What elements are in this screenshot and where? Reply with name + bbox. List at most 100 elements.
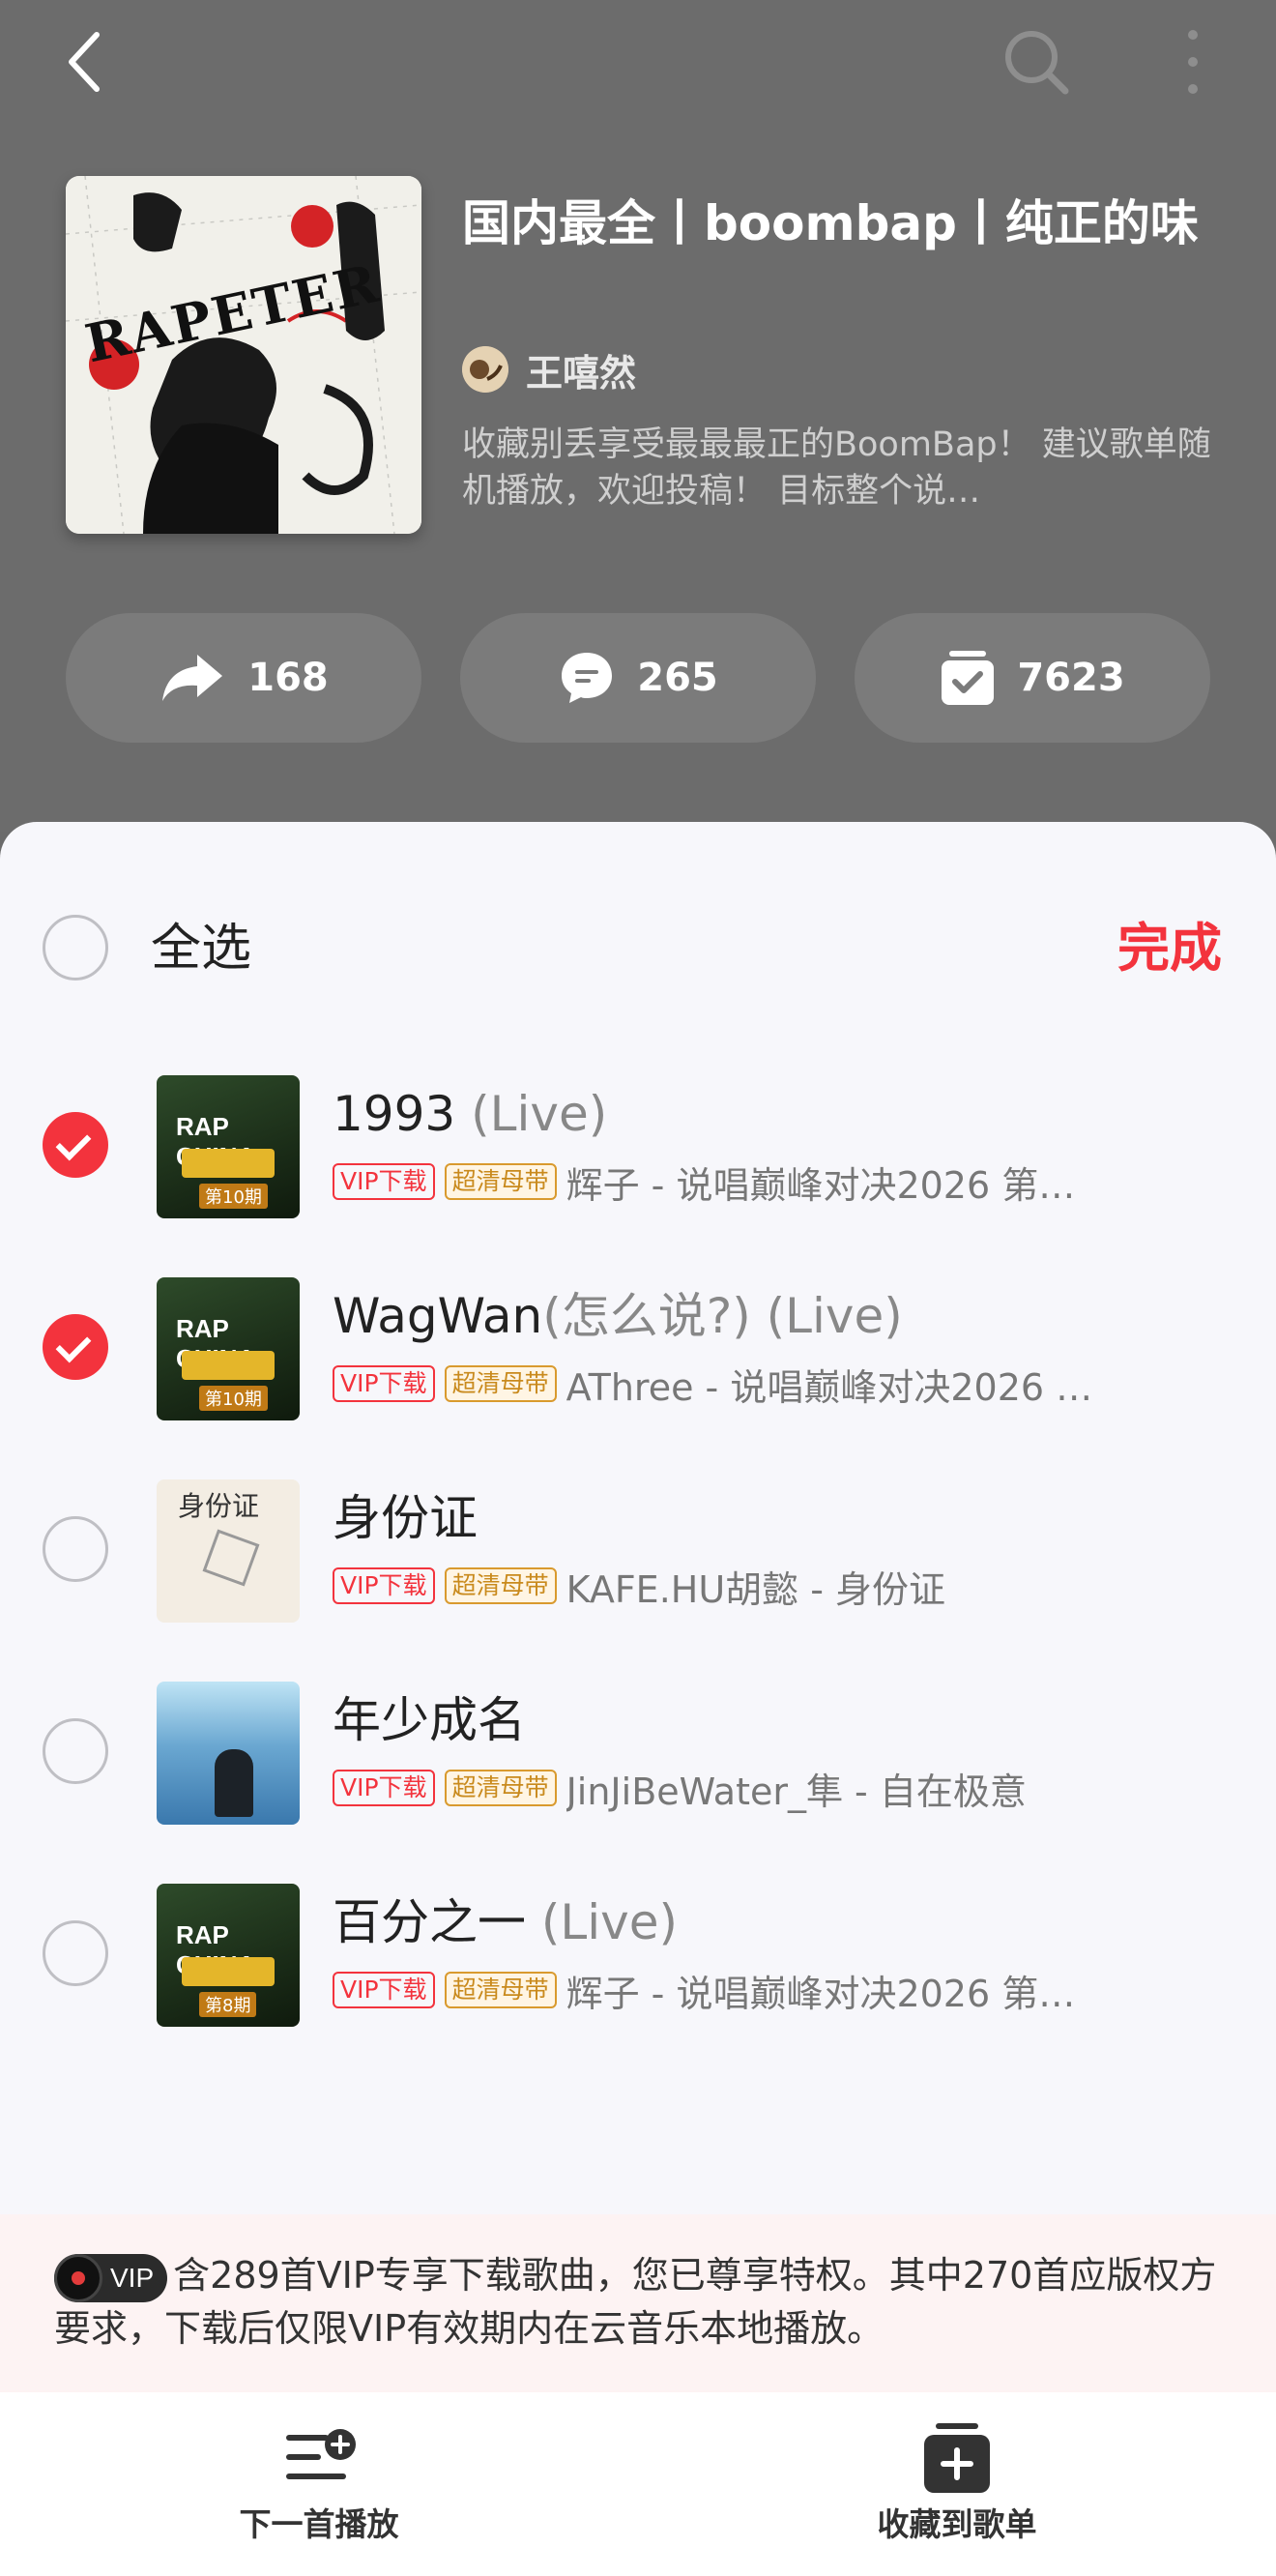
comment-button[interactable]: 265 [460, 613, 816, 743]
vinyl-disc-icon [54, 2253, 102, 2302]
album-art-figure [202, 1529, 260, 1587]
comment-icon [562, 653, 613, 703]
back-button[interactable] [54, 27, 124, 97]
creator-avatar[interactable] [462, 346, 508, 393]
vip-download-notice: VIP 含289首VIP专享下载歌曲，您已尊享特权。其中270首应版权方要求，下… [0, 2214, 1276, 2392]
vip-download-badge: VIP下载 [333, 1770, 435, 1806]
album-art-banner [182, 1957, 275, 1986]
add-to-playlist-label: 收藏到歌单 [877, 2505, 1037, 2543]
song-meta: VIP下载 超清母带 辉子 - 说唱巅峰对决2026 第… [333, 1160, 1075, 1207]
song-row[interactable]: 年少成名 VIP下载 超清母带 JinJiBeWater_隼 - 自在极意 [0, 1651, 1276, 1853]
master-quality-badge: 超清母带 [444, 1972, 557, 2008]
song-list: RAP CHINA第10期1993 (Live)VIP下载超清母带辉子 - 说唱… [0, 1044, 1276, 2060]
song-row[interactable]: RAP CHINA第10期 WagWan(怎么说?) (Live) VIP下载超清母… [0, 1246, 1276, 1449]
song-checkbox[interactable] [43, 1112, 108, 1178]
select-all-bar: 全选 完成 [0, 822, 1276, 981]
master-quality-badge: 超清母带 [444, 1365, 557, 1402]
playlist-description[interactable]: 收藏别丢享受最最最正的BoomBap！ 建议歌单随机播放，欢迎投稿！ 目标整个说… [462, 422, 1216, 514]
song-meta: VIP下载 超清母带 KAFE.HU胡懿 - 身份证 [333, 1565, 945, 1611]
collected-check-icon [942, 651, 995, 705]
song-title-suffix: (怎么说?) (Live) [542, 1288, 903, 1344]
select-all-label[interactable]: 全选 [151, 919, 251, 979]
album-art-figure [215, 1749, 253, 1817]
song-title: 百分之一 (Live) [333, 1893, 678, 1951]
song-title: 年少成名 [333, 1691, 526, 1749]
song-meta: VIP下载 超清母带 JinJiBeWater_隼 - 自在极意 [333, 1767, 1027, 1813]
song-checkbox[interactable] [43, 1314, 108, 1380]
add-to-playlist-icon [924, 2423, 990, 2493]
collect-count: 7623 [1017, 656, 1125, 700]
vip-download-badge: VIP下载 [333, 1365, 435, 1402]
album-art-issue: 第8期 [199, 1992, 257, 2017]
share-count: 168 [247, 656, 329, 700]
album-art: RAP CHINA第10期 [157, 1075, 300, 1218]
vip-download-badge: VIP下载 [333, 1972, 435, 2008]
playlist-cover[interactable]: RAPETER [66, 176, 421, 534]
comment-count: 265 [637, 656, 718, 700]
song-artist-album: JinJiBeWater_隼 - 自在极意 [566, 1770, 1027, 1813]
song-meta: VIP下载 超清母带 辉子 - 说唱巅峰对决2026 第… [333, 1969, 1075, 2015]
album-art-banner [182, 1149, 275, 1178]
more-options-button[interactable] [1172, 25, 1214, 99]
song-artist-album: KAFE.HU胡懿 - 身份证 [566, 1567, 946, 1611]
playlist-title[interactable]: 国内最全丨boombap丨纯正的味 [462, 193, 1216, 253]
album-art: RAP CHINA第8期 [157, 1884, 300, 2027]
share-button[interactable]: 168 [66, 613, 421, 743]
play-next-label: 下一首播放 [239, 2505, 399, 2543]
album-art-banner [182, 1351, 275, 1380]
back-arrow-icon [69, 32, 100, 92]
vip-download-badge: VIP下载 [333, 1163, 435, 1200]
song-row[interactable]: 身份证 身份证 VIP下载 超清母带 KAFE.HU胡懿 - 身份证 [0, 1449, 1276, 1651]
avatar-icon [462, 346, 508, 393]
search-icon [1005, 31, 1069, 95]
song-title-main: 百分之一 [333, 1894, 526, 1950]
album-art: RAP CHINA第10期 [157, 1277, 300, 1420]
song-title-main: 身份证 [333, 1490, 478, 1546]
song-title: 1993 (Live) [333, 1085, 607, 1143]
song-row[interactable]: 44RhymesVIP下载超清母带Buzzy - 鲶鱼 [0, 2055, 1276, 2060]
more-vertical-icon [1188, 30, 1198, 94]
song-title-suffix: (Live) [455, 1086, 608, 1142]
song-row[interactable]: RAP CHINA第10期 1993 (Live) VIP下载超清母带辉子 - 说唱… [0, 1044, 1276, 1246]
vip-badge-label: VIP [110, 2262, 155, 2293]
vip-notice-text: 含289首VIP专享下载歌曲，您已尊享特权。其中270首应版权方要求，下载后仅限… [54, 2254, 1217, 2350]
album-art [157, 1682, 300, 1825]
song-title-suffix: (Live) [526, 1894, 679, 1950]
album-art-text: 身份证 [178, 1490, 260, 1522]
creator-name: 王嘻然 [526, 351, 637, 395]
song-checkbox[interactable] [43, 1718, 108, 1784]
bottom-action-bar: 下一首播放 收藏到歌单 [0, 2392, 1276, 2576]
song-row[interactable]: RAP CHINA第8期百分之一 (Live) VIP下载超清母带辉子 - 说唱巅… [0, 1853, 1276, 2055]
song-meta: VIP下载 超清母带 AThree - 说唱巅峰对决2026 … [333, 1362, 1092, 1409]
collect-button[interactable]: 7623 [855, 613, 1210, 743]
song-title: WagWan(怎么说?) (Live) [333, 1287, 903, 1345]
play-next-button[interactable]: 下一首播放 [126, 2417, 512, 2553]
master-quality-badge: 超清母带 [444, 1770, 557, 1806]
song-title: 身份证 [333, 1489, 478, 1547]
song-title-main: 年少成名 [333, 1692, 526, 1748]
song-title-main: 1993 [333, 1086, 456, 1142]
song-artist-album: 辉子 - 说唱巅峰对决2026 第… [566, 1972, 1076, 2015]
vip-download-badge: VIP下载 [333, 1567, 435, 1604]
album-art-issue: 第10期 [199, 1386, 268, 1411]
creator-info[interactable]: 王嘻然 [462, 344, 636, 395]
search-button[interactable] [1000, 25, 1073, 99]
playlist-header: RAPETER 国内最全丨boombap丨纯正的味 王嘻然 收藏别丢享受最最最正… [0, 0, 1276, 832]
master-quality-badge: 超清母带 [444, 1567, 557, 1604]
add-to-playlist-button[interactable]: 收藏到歌单 [764, 2417, 1150, 2553]
song-checkbox[interactable] [43, 1920, 108, 1986]
share-icon [162, 655, 223, 701]
album-art-issue: 第10期 [199, 1184, 268, 1209]
play-next-icon [286, 2429, 356, 2479]
select-all-checkbox[interactable] [43, 915, 108, 981]
top-bar [0, 0, 1276, 135]
vip-notice-text-block: VIP 含289首VIP专享下载歌曲，您已尊享特权。其中270首应版权方要求，下… [54, 2249, 1224, 2355]
song-checkbox[interactable] [43, 1516, 108, 1582]
song-artist-album: AThree - 说唱巅峰对决2026 … [566, 1365, 1093, 1409]
album-art: 身份证 [157, 1479, 300, 1623]
song-title-main: WagWan [333, 1288, 543, 1344]
song-artist-album: 辉子 - 说唱巅峰对决2026 第… [566, 1163, 1076, 1207]
master-quality-badge: 超清母带 [444, 1163, 557, 1200]
vip-badge: VIP [54, 2253, 168, 2302]
done-button[interactable]: 完成 [1117, 919, 1222, 979]
